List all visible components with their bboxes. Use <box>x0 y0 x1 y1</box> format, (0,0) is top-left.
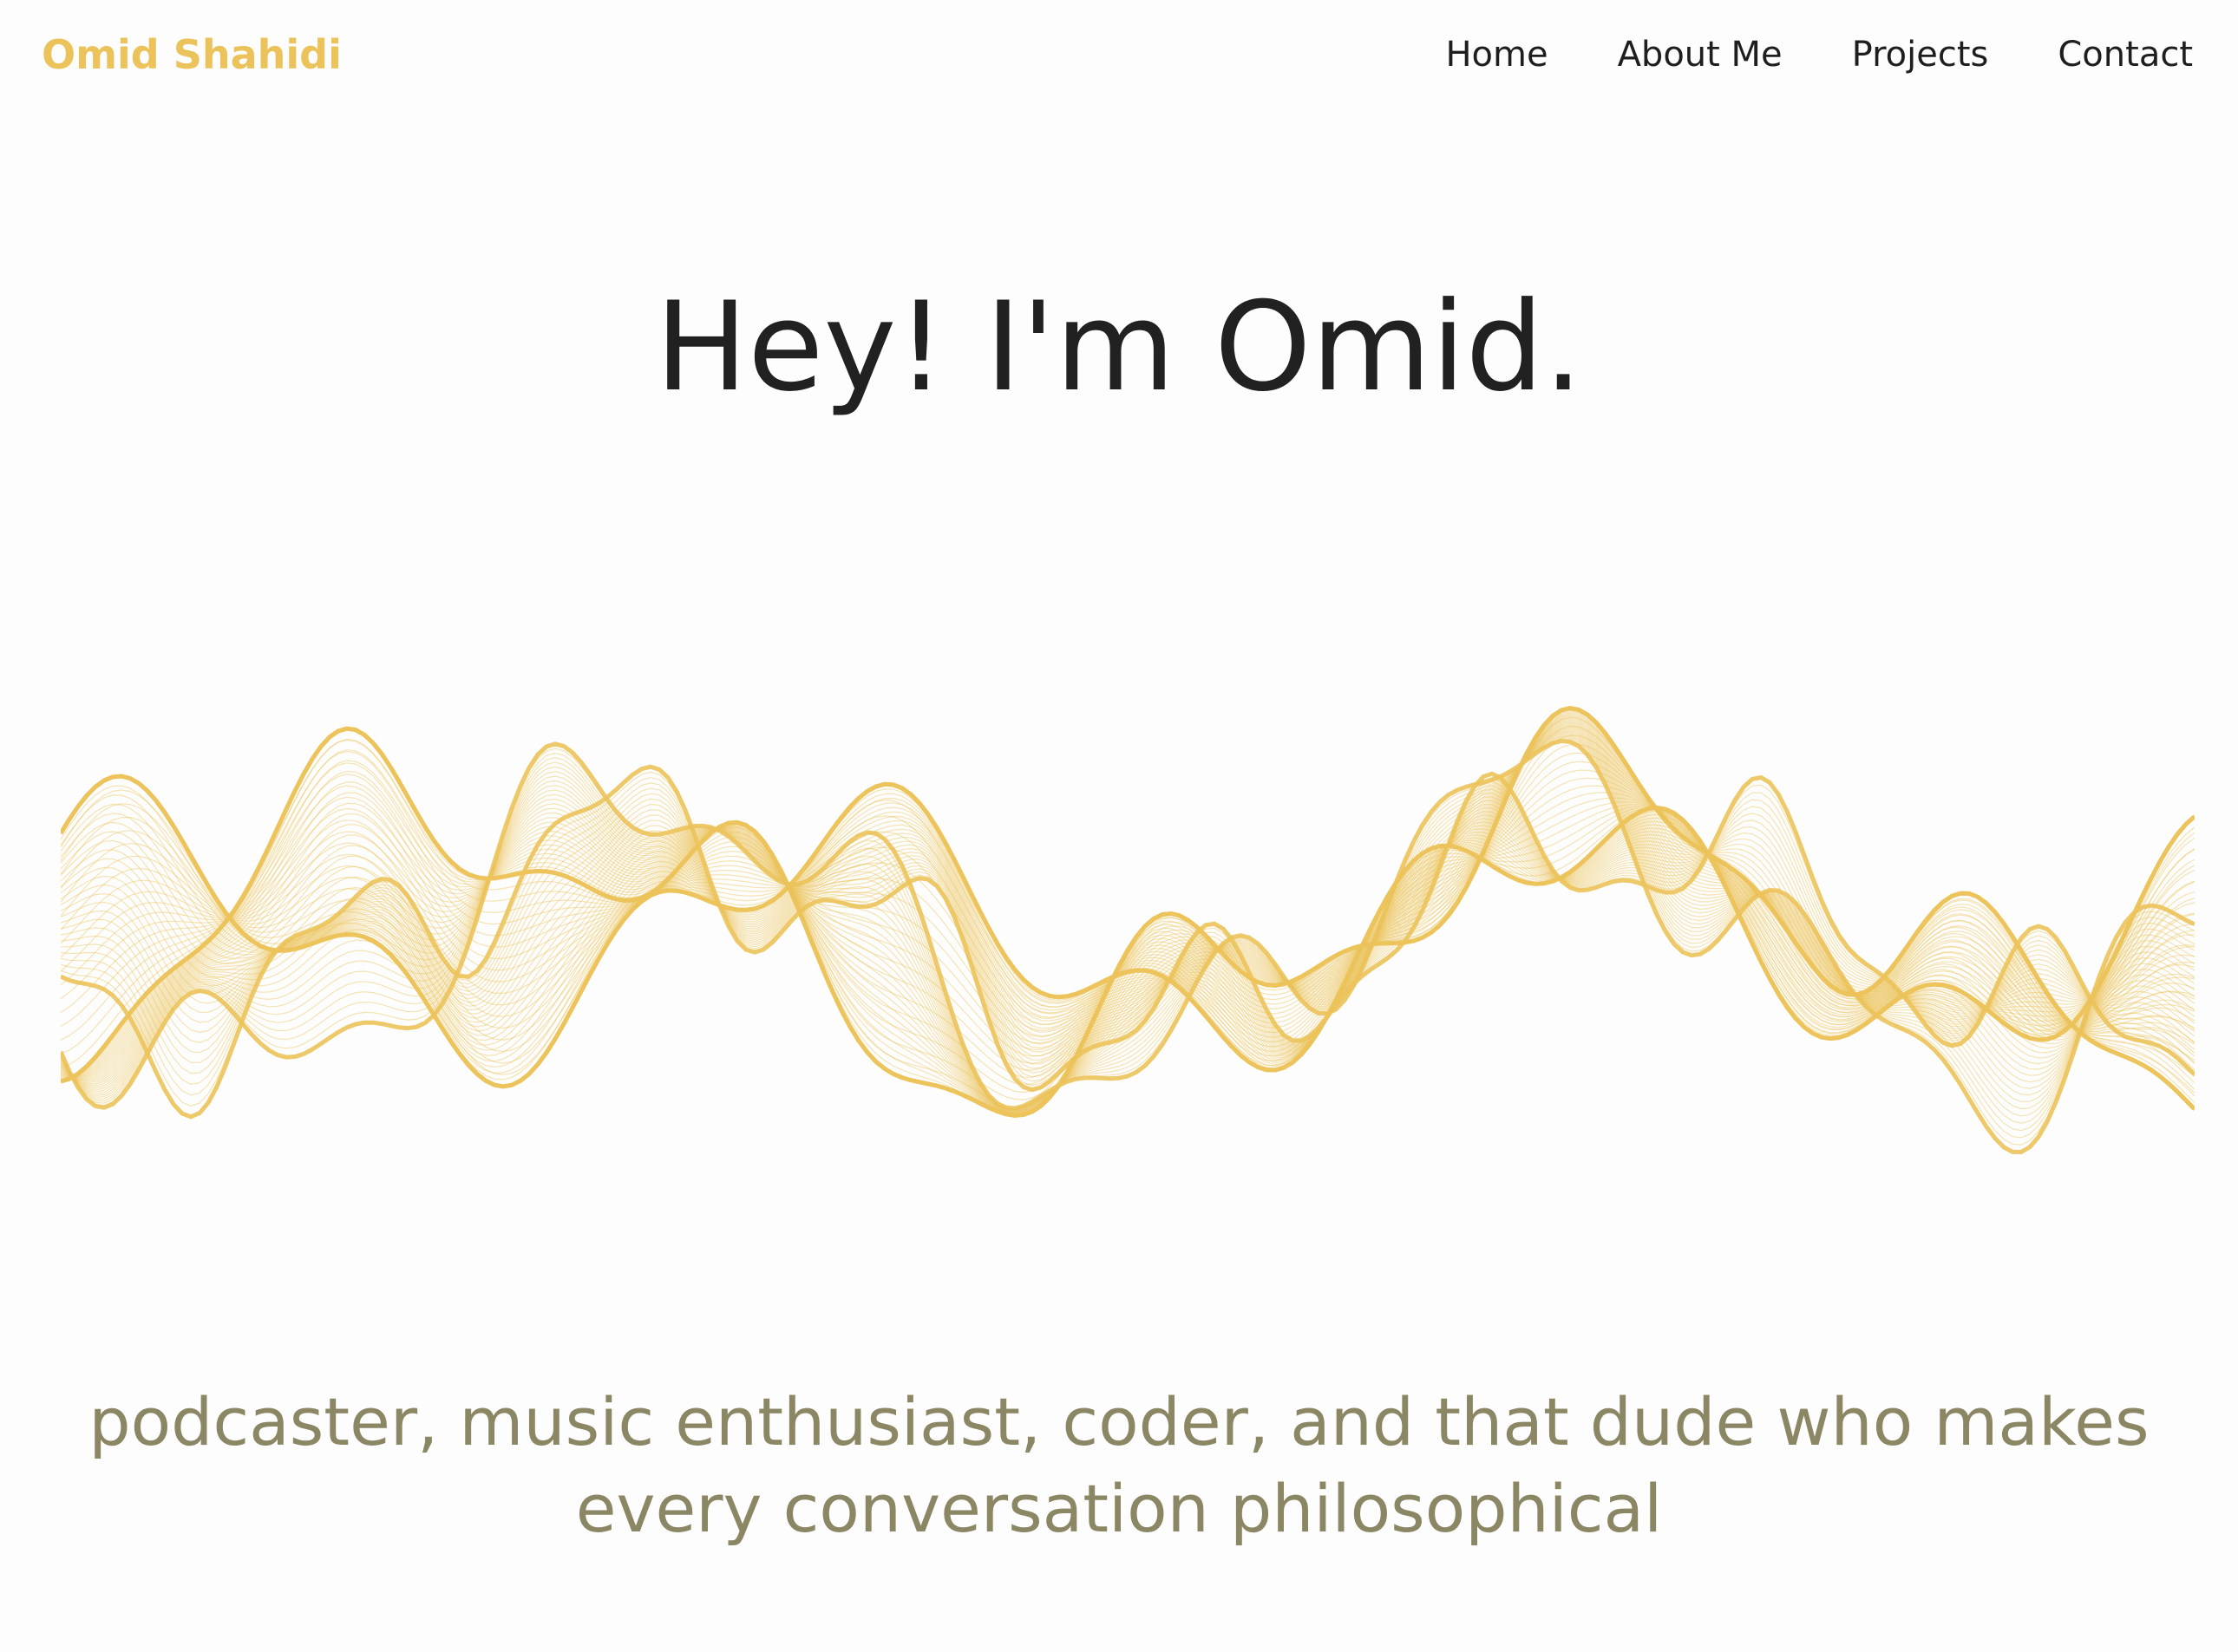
navbar: Omid Shahidi Home About Me Projects Cont… <box>0 0 2238 121</box>
wave-graphic <box>61 706 2195 1155</box>
hero-tagline: podcaster, music enthusiast, coder, and … <box>0 1379 2238 1552</box>
nav-home-link[interactable]: Home <box>1445 35 1548 75</box>
tagline-line-2: every conversation philosophical <box>575 1470 1663 1547</box>
nav-contact-link[interactable]: Contact <box>2058 35 2193 75</box>
brand-logo-link[interactable]: Omid Shahidi <box>42 31 342 78</box>
nav-projects-link[interactable]: Projects <box>1852 35 1989 75</box>
hero-title: Hey! I'm Omid. <box>655 276 1583 419</box>
nav-about-link[interactable]: About Me <box>1618 35 1783 75</box>
main-nav: Home About Me Projects Contact <box>1445 35 2193 75</box>
wave-illustration <box>61 585 2195 1257</box>
tagline-line-1: podcaster, music enthusiast, coder, and … <box>88 1383 2150 1460</box>
